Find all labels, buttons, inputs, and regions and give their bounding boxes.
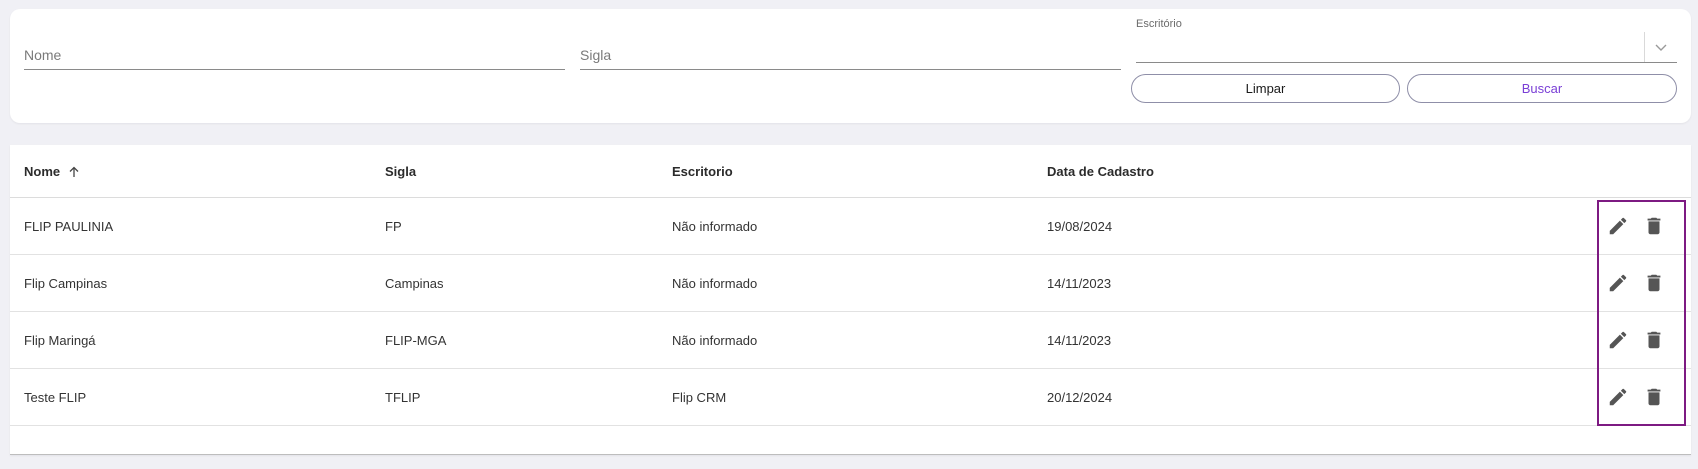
column-header-escritorio[interactable]: Escritorio [672,164,733,179]
arrow-up-icon[interactable] [68,166,80,178]
pencil-icon[interactable] [1607,215,1629,237]
trash-icon[interactable] [1643,329,1665,351]
cell-nome: Flip Campinas [24,276,108,291]
cell-data-cadastro: 14/11/2023 [1047,333,1112,348]
buscar-button[interactable]: Buscar [1407,74,1677,103]
sigla-field[interactable] [580,39,1121,70]
cell-nome: Flip Maringá [24,333,96,348]
cell-escritorio: Não informado [672,219,758,234]
cell-sigla: FLIP-MGA [385,333,447,348]
trash-icon[interactable] [1643,215,1665,237]
cell-data-cadastro: 20/12/2024 [1047,390,1113,405]
cell-data-cadastro: 19/08/2024 [1047,219,1113,234]
results-table: Nome Sigla Escritorio Data de Cadastro F… [10,145,1691,455]
table-row: Flip Maringá FLIP-MGA Não informado 14/1… [10,312,1691,369]
trash-icon[interactable] [1643,386,1665,408]
cell-nome: Teste FLIP [24,390,87,405]
table-row: Teste FLIP TFLIP Flip CRM 20/12/2024 [10,369,1691,426]
trash-icon[interactable] [1643,272,1665,294]
cell-escritorio: Flip CRM [672,390,727,405]
table-row: Flip Campinas Campinas Não informado 14/… [10,255,1691,312]
cell-sigla: FP [385,219,402,234]
column-header-nome-label: Nome [24,164,61,179]
sigla-input[interactable] [580,47,1121,63]
pencil-icon[interactable] [1607,329,1629,351]
cell-data-cadastro: 14/11/2023 [1047,276,1112,291]
nome-field[interactable] [24,39,565,70]
pencil-icon[interactable] [1607,272,1629,294]
cell-escritorio: Não informado [672,276,758,291]
nome-input[interactable] [24,47,565,63]
select-divider [1644,32,1645,62]
table-header: Nome Sigla Escritorio Data de Cadastro [10,145,1691,198]
cell-sigla: Campinas [385,276,444,291]
cell-escritorio: Não informado [672,333,758,348]
escritorio-label: Escritório [1136,18,1182,30]
chevron-down-icon[interactable] [1653,39,1669,55]
escritorio-select[interactable] [1136,32,1677,63]
column-header-nome[interactable]: Nome [24,164,80,179]
table-row: FLIP PAULINIA FP Não informado 19/08/202… [10,198,1691,255]
cell-nome: FLIP PAULINIA [24,219,114,234]
limpar-button[interactable]: Limpar [1131,74,1400,103]
pencil-icon[interactable] [1607,386,1629,408]
cell-sigla: TFLIP [385,390,421,405]
column-header-data-cadastro[interactable]: Data de Cadastro [1047,164,1154,179]
column-header-sigla[interactable]: Sigla [385,164,416,179]
filter-panel: Escritório Limpar Buscar [10,9,1691,123]
